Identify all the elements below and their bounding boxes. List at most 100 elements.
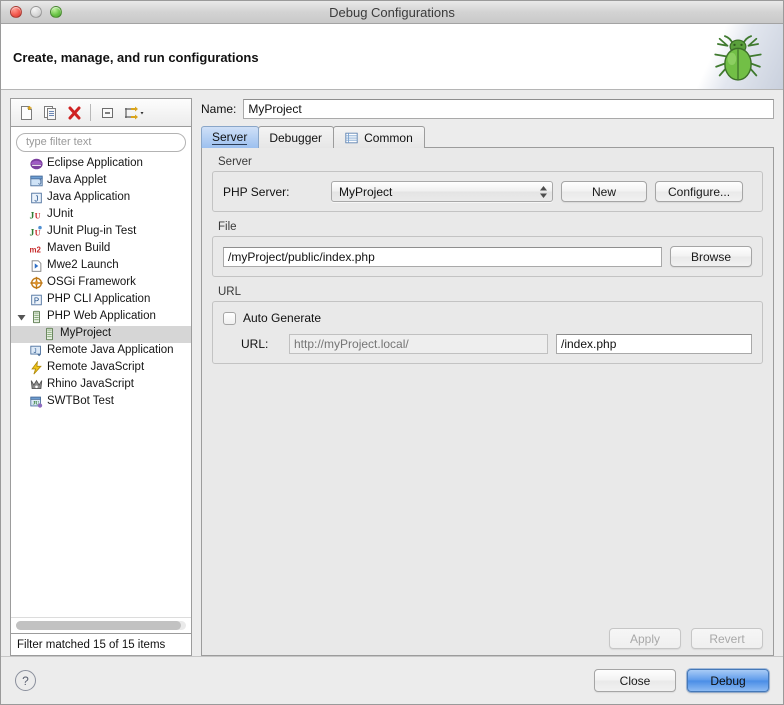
- file-group-label: File: [218, 221, 763, 233]
- delete-configuration-button[interactable]: [63, 102, 85, 124]
- tab-server[interactable]: Server: [201, 126, 259, 148]
- revert-button[interactable]: Revert: [691, 628, 763, 649]
- file-path-input[interactable]: [223, 247, 662, 267]
- tree-item-label: Eclipse Application: [47, 158, 143, 170]
- stepper-arrows-icon: [540, 186, 547, 198]
- tree-item-osgi-framework[interactable]: OSGi Framework: [11, 275, 191, 292]
- tree-item-myproject[interactable]: MyProject: [11, 326, 191, 343]
- common-icon: [344, 131, 359, 145]
- footer-actions: Close Debug: [594, 669, 769, 692]
- name-label: Name:: [201, 102, 236, 116]
- tree-item-label: Remote Java Application: [47, 345, 174, 357]
- help-button[interactable]: ?: [15, 670, 36, 691]
- php-web-icon: [41, 327, 57, 342]
- url-path-input[interactable]: [556, 334, 752, 354]
- tab-label: Debugger: [269, 131, 322, 145]
- tree-item-java-application[interactable]: JJava Application: [11, 190, 191, 207]
- apply-revert-row: Apply Revert: [212, 622, 763, 649]
- tree-item-label: PHP CLI Application: [47, 294, 150, 306]
- bug-icon: [709, 30, 767, 86]
- tree-item-rhino-javascript[interactable]: Rhino JavaScript: [11, 377, 191, 394]
- tab-label: Common: [364, 131, 413, 145]
- debug-configurations-window: Debug Configurations Create, manage, and…: [0, 0, 784, 705]
- scrollbar-thumb[interactable]: [16, 621, 181, 630]
- remote-java-icon: J: [28, 344, 44, 359]
- tree-item-label: Maven Build: [47, 243, 110, 255]
- php-server-label: PHP Server:: [223, 185, 323, 199]
- tree-item-junit[interactable]: JUJUnit: [11, 207, 191, 224]
- name-row: Name:: [201, 98, 774, 120]
- zoom-button[interactable]: [50, 6, 62, 18]
- tree-item-maven-build[interactable]: m2Maven Build: [11, 241, 191, 258]
- java-application-icon: J: [28, 191, 44, 206]
- tree-item-java-applet[interactable]: JJava Applet: [11, 173, 191, 190]
- collapse-all-button[interactable]: [96, 102, 118, 124]
- tree-item-php-cli-application[interactable]: PPHP CLI Application: [11, 292, 191, 309]
- url-row: URL:: [223, 334, 752, 354]
- url-group: URL Auto Generate URL:: [212, 286, 763, 364]
- tab-label: Server: [212, 130, 247, 145]
- configurations-panel: Eclipse Application JJava AppletJJava App…: [10, 98, 192, 656]
- url-group-label: URL: [218, 286, 763, 298]
- eclipse-icon: [28, 157, 44, 172]
- window-titlebar: Debug Configurations: [1, 1, 783, 24]
- dialog-footer: ? Close Debug: [1, 656, 783, 704]
- tree-item-junit-plug-in-test[interactable]: JUJUnit Plug-in Test: [11, 224, 191, 241]
- server-group-box: PHP Server: MyProject New Configure...: [212, 171, 763, 212]
- php-server-select[interactable]: MyProject: [331, 181, 553, 202]
- panel-spacer: [212, 373, 763, 622]
- question-mark-icon: ?: [22, 674, 29, 688]
- url-label: URL:: [241, 337, 281, 351]
- tree-horizontal-scrollbar[interactable]: [11, 617, 191, 633]
- server-tab-panel: Server PHP Server: MyProject N: [201, 147, 774, 656]
- window-controls: [1, 6, 62, 18]
- junit-icon: JU: [28, 208, 44, 223]
- filter-menu-button[interactable]: [120, 102, 148, 124]
- tree-item-php-web-application[interactable]: PHP Web Application: [11, 309, 191, 326]
- osgi-icon: [28, 276, 44, 291]
- url-group-box: Auto Generate URL:: [212, 301, 763, 364]
- close-dialog-button[interactable]: Close: [594, 669, 676, 692]
- server-group: Server PHP Server: MyProject N: [212, 156, 763, 212]
- auto-generate-label: Auto Generate: [243, 311, 321, 325]
- scrollbar-track[interactable]: [16, 621, 186, 630]
- php-web-icon: [28, 310, 44, 325]
- tree-item-remote-java-application[interactable]: JRemote Java Application: [11, 343, 191, 360]
- tree-item-label: OSGi Framework: [47, 277, 136, 289]
- name-input[interactable]: [243, 99, 774, 119]
- auto-generate-checkbox[interactable]: [223, 312, 236, 325]
- close-button[interactable]: [10, 6, 22, 18]
- apply-button[interactable]: Apply: [609, 628, 681, 649]
- tree-item-swtbot-test[interactable]: JUSWTBot Test: [11, 394, 191, 411]
- tree-item-eclipse-application[interactable]: Eclipse Application: [11, 156, 191, 173]
- url-base-input[interactable]: [289, 334, 548, 354]
- configurations-tree[interactable]: Eclipse Application JJava AppletJJava App…: [11, 155, 191, 618]
- minimize-button[interactable]: [30, 6, 42, 18]
- tree-item-label: PHP Web Application: [47, 311, 156, 323]
- new-server-button[interactable]: New: [561, 181, 647, 202]
- auto-generate-row[interactable]: Auto Generate: [223, 311, 752, 325]
- file-group-box: Browse: [212, 236, 763, 277]
- duplicate-configuration-button[interactable]: [39, 102, 61, 124]
- file-row: Browse: [223, 246, 752, 267]
- filter-field-wrap: [11, 127, 191, 155]
- debug-button[interactable]: Debug: [687, 669, 769, 692]
- junit-plugin-icon: JU: [28, 225, 44, 240]
- new-configuration-button[interactable]: [15, 102, 37, 124]
- tab-debugger[interactable]: Debugger: [258, 126, 334, 148]
- filter-input[interactable]: [16, 133, 186, 152]
- tab-common[interactable]: Common: [333, 126, 425, 148]
- configure-server-button[interactable]: Configure...: [655, 181, 743, 202]
- browse-file-button[interactable]: Browse: [670, 246, 752, 267]
- expanded-arrow-icon[interactable]: [15, 313, 28, 322]
- tree-item-mwe2-launch[interactable]: Mwe2 Launch: [11, 258, 191, 275]
- tree-item-label: SWTBot Test: [47, 396, 114, 408]
- maven-icon: m2: [28, 242, 44, 257]
- mwe2-icon: [28, 259, 44, 274]
- tree-item-label: Rhino JavaScript: [47, 379, 134, 391]
- tree-item-remote-javascript[interactable]: Remote JavaScript: [11, 360, 191, 377]
- window-title: Debug Configurations: [1, 5, 783, 20]
- page-title: Create, manage, and run configurations: [13, 50, 259, 65]
- configuration-editor: Name: Server Debugger Common Server PHP Se…: [201, 98, 774, 656]
- remote-javascript-icon: [28, 361, 44, 376]
